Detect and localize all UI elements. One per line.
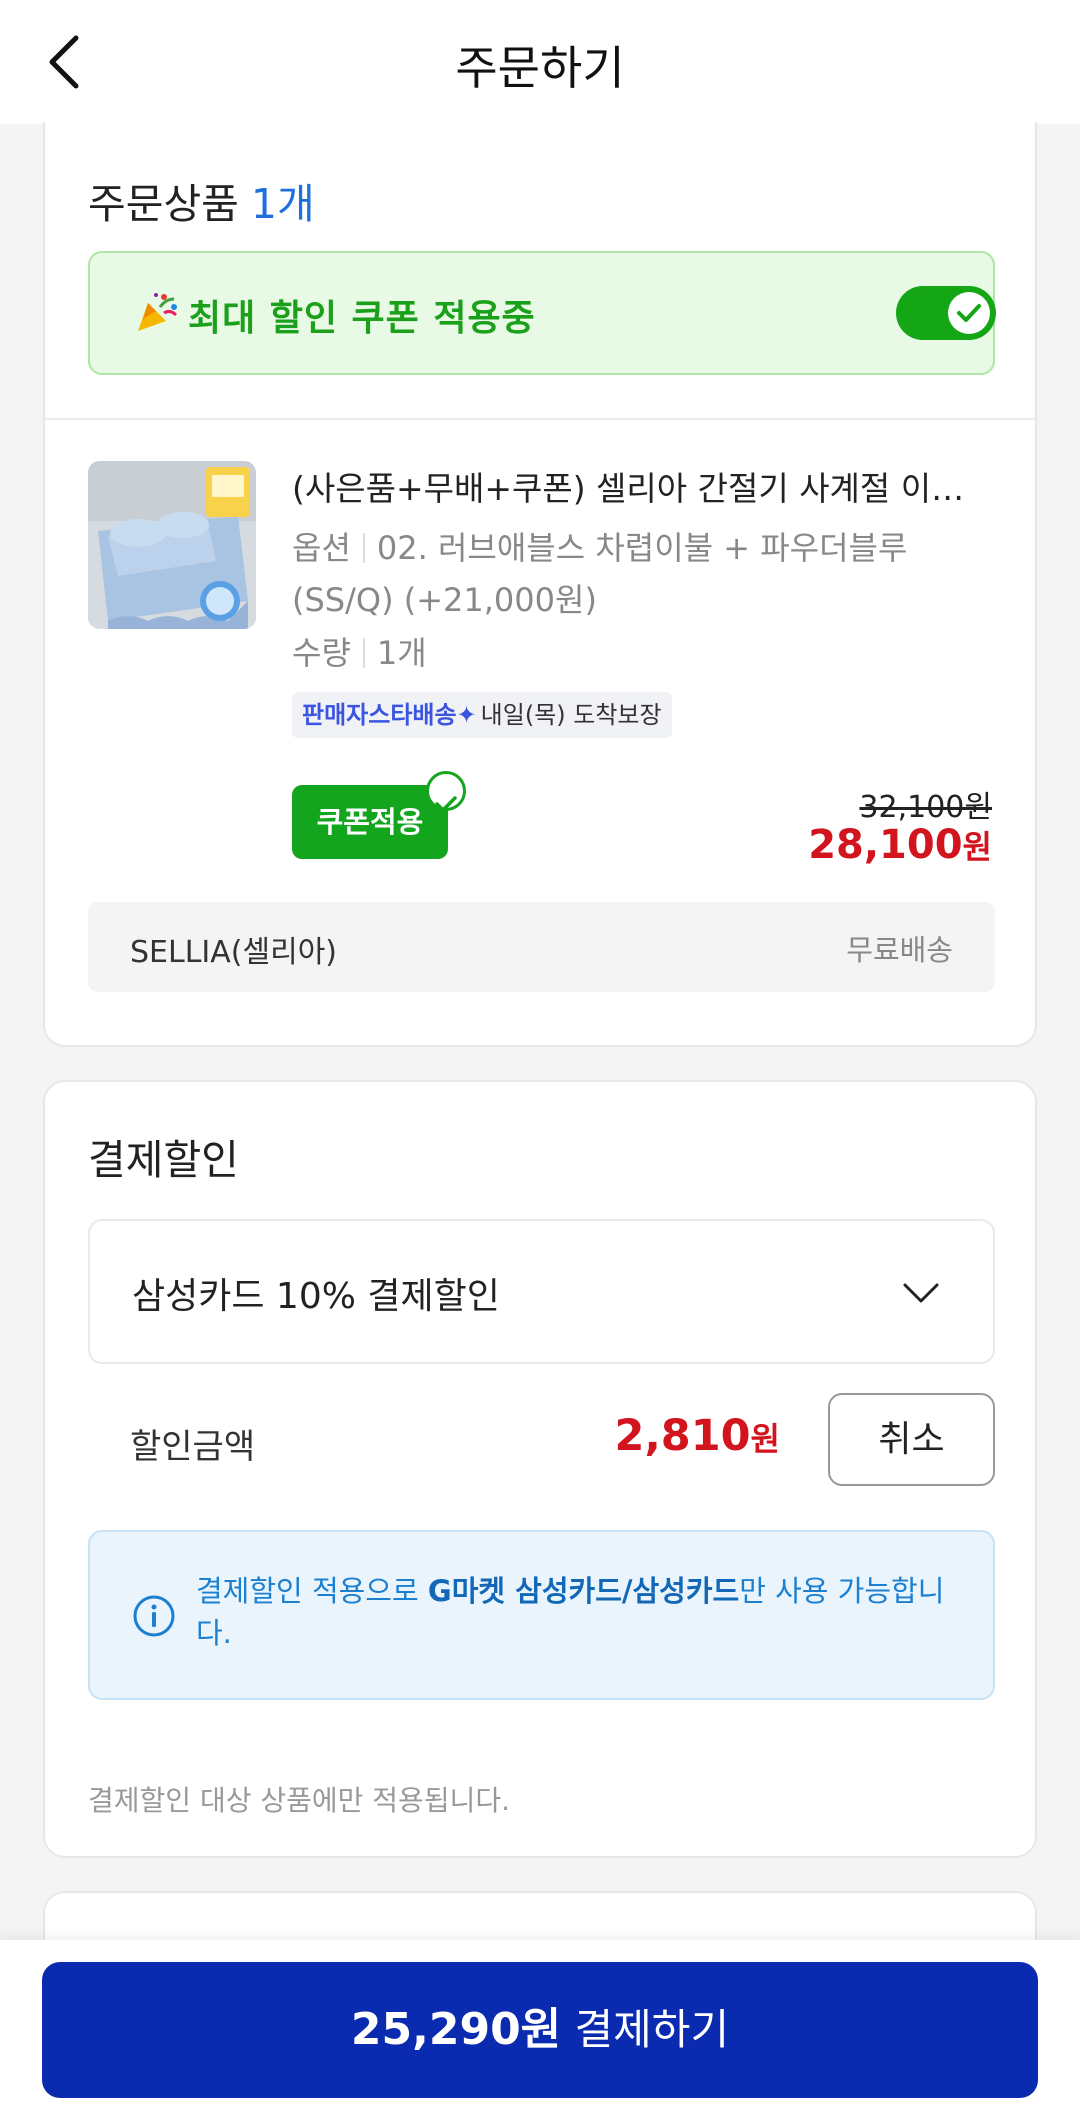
coupon-banner-text: 최대 할인 쿠폰 적용중 xyxy=(188,298,536,339)
discount-select-value: 삼성카드 10% 결제할인 xyxy=(132,1276,500,1317)
coupon-check-badge xyxy=(426,771,466,812)
separator xyxy=(362,533,365,563)
check-icon xyxy=(435,796,457,812)
discount-amount-number: 2,810 xyxy=(614,1411,751,1461)
quantity-row: 수량 1개 xyxy=(292,627,992,679)
bedding-image xyxy=(88,461,256,629)
sale-price-number: 28,100 xyxy=(808,822,963,868)
sale-price: 28,100원 xyxy=(808,822,992,868)
notice-prefix: 결제할인 적용으로 xyxy=(196,1574,428,1608)
quantity-label: 수량 xyxy=(292,634,351,672)
checkout-bar: 25,290원 결제하기 xyxy=(0,1940,1080,2119)
payment-discount-title: 결제할인 xyxy=(88,1136,239,1184)
max-coupon-banner: 최대 할인 쿠폰 적용중 xyxy=(88,251,996,375)
product-name[interactable]: (사은품+무배+쿠폰) 셀리아 간절기 사계절 이불... xyxy=(292,462,992,510)
party-popper-icon xyxy=(138,293,178,331)
notice-card-names: G마켓 삼성카드/삼성카드 xyxy=(427,1574,740,1608)
delivery-brand: 판매자스타배송✦ xyxy=(302,701,477,729)
separator xyxy=(362,638,365,668)
top-bar: 주문하기 xyxy=(0,0,1080,124)
option-value: 02. 러브애블스 차렵이불 + 파우더블루(SS/Q) (+21,000원) xyxy=(292,529,908,619)
seller-name: SELLIA(셀리아) xyxy=(130,935,338,970)
discount-notice: 결제할인 적용으로 G마켓 삼성카드/삼성카드만 사용 가능합니다. xyxy=(88,1530,995,1700)
option-row: 옵션 02. 러브애블스 차렵이불 + 파우더블루(SS/Q) (+21,000원… xyxy=(292,522,992,626)
original-price: 32,100원 xyxy=(859,790,992,825)
checkout-label: 결제하기 xyxy=(574,2005,730,2054)
sale-price-unit: 원 xyxy=(962,828,992,866)
page-title: 주문하기 xyxy=(455,41,625,95)
section-title: 주문상품 1개 xyxy=(88,170,315,230)
checkout-button[interactable]: 25,290원 결제하기 xyxy=(42,1962,1038,2098)
check-icon xyxy=(957,304,981,322)
discount-amount-unit: 원 xyxy=(750,1420,780,1458)
order-items-card: 주문상품 1개 최대 할인 쿠폰 적용중 (사은품+무배+쿠폰) 셀리아 간절기… xyxy=(43,122,1037,1047)
checkout-amount: 25,290원 xyxy=(350,2004,562,2055)
discount-amount-label: 할인금액 xyxy=(130,1427,256,1467)
product-thumbnail[interactable] xyxy=(88,461,256,629)
notice-text: 결제할인 적용으로 G마켓 삼성카드/삼성카드만 사용 가능합니다. xyxy=(196,1570,966,1654)
payment-discount-card: 결제할인 삼성카드 10% 결제할인 할인금액 2,810원 취소 결제할인 적… xyxy=(43,1080,1037,1858)
chevron-down-icon xyxy=(903,1283,939,1303)
discount-select[interactable]: 삼성카드 10% 결제할인 xyxy=(88,1219,995,1364)
order-items-title: 주문상품 xyxy=(88,180,239,228)
coupon-button-label: 쿠폰적용 xyxy=(316,805,424,839)
shipping-fee: 무료배송 xyxy=(846,933,953,967)
option-label: 옵션 xyxy=(292,529,351,567)
info-icon xyxy=(133,1595,175,1637)
toggle-knob xyxy=(948,292,990,334)
cancel-discount-button[interactable]: 취소 xyxy=(828,1393,995,1486)
order-items-count: 1개 xyxy=(250,180,315,228)
coupon-applied-button[interactable]: 쿠폰적용 xyxy=(292,771,466,859)
coupon-toggle[interactable] xyxy=(896,286,996,340)
discount-amount: 2,810원 xyxy=(615,1411,780,1461)
delivery-info: 내일(목) 도착보장 xyxy=(480,701,662,729)
divider xyxy=(45,418,1035,420)
discount-footnote: 결제할인 대상 상품에만 적용됩니다. xyxy=(88,1784,511,1817)
quantity-value: 1개 xyxy=(376,634,427,672)
seller-box: SELLIA(셀리아) 무료배송 xyxy=(88,902,995,992)
delivery-badge: 판매자스타배송✦ 내일(목) 도착보장 xyxy=(292,692,672,738)
